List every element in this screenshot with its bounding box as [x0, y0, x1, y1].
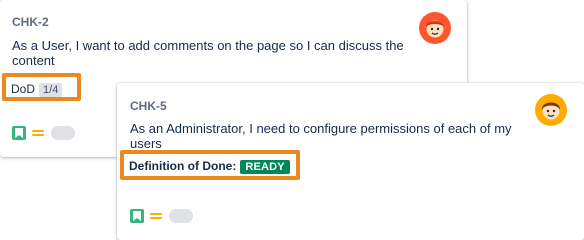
story-points-pill[interactable] [51, 126, 75, 140]
board-stage: CHK-2 As a User, I want to add comments … [0, 0, 584, 240]
issue-card-chk-5[interactable]: CHK-5 As an Administrator, I need to con… [117, 83, 584, 240]
dod-indicator[interactable]: Definition of Done: READY [129, 157, 290, 175]
card-footer [12, 126, 75, 140]
avatar-brown-hair-icon[interactable] [535, 94, 567, 126]
avatar-red-hair-icon[interactable] [419, 12, 451, 44]
issue-key[interactable]: CHK-2 [12, 15, 49, 29]
priority-medium-icon [31, 126, 45, 140]
card-footer [130, 209, 193, 223]
issue-key[interactable]: CHK-5 [130, 99, 167, 113]
issue-summary: As an Administrator, I need to configure… [130, 121, 512, 151]
dod-title: Definition of Done: [129, 159, 237, 173]
dod-status-badge: READY [240, 160, 290, 174]
dod-indicator[interactable]: DoD 1/4 [11, 80, 63, 98]
story-bookmark-icon [12, 126, 26, 140]
story-bookmark-icon [130, 209, 144, 223]
issue-summary: As a User, I want to add comments on the… [12, 38, 404, 68]
priority-medium-icon [149, 209, 163, 223]
story-points-pill[interactable] [169, 209, 193, 223]
dod-label: DoD [11, 82, 36, 96]
dod-progress-count: 1/4 [39, 83, 63, 97]
